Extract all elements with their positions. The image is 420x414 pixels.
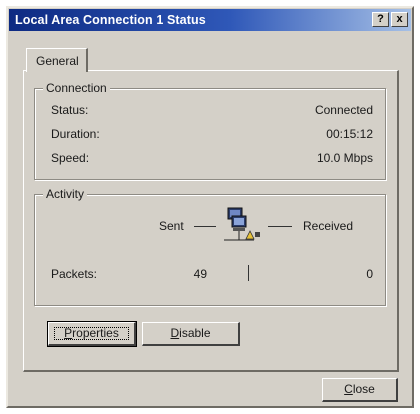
properties-button[interactable]: Properties: [47, 321, 137, 347]
disable-label: isable: [179, 326, 211, 340]
status-dialog: Local Area Connection 1 Status ? x Gener…: [6, 6, 414, 408]
close-button[interactable]: Close: [322, 378, 398, 402]
status-label: Status:: [51, 103, 89, 117]
disable-button[interactable]: Disable: [142, 322, 240, 346]
tab-general-label: General: [36, 54, 79, 68]
disable-mnemonic: D: [170, 326, 180, 340]
sent-line: [194, 226, 216, 227]
close-window-button[interactable]: x: [391, 12, 408, 27]
properties-focus-ring: [54, 327, 129, 340]
speed-label: Speed:: [51, 151, 90, 165]
packets-label: Packets:: [51, 267, 98, 281]
connection-group: Connection Status: Connected Duration: 0…: [34, 81, 386, 180]
received-line: [268, 226, 292, 227]
close-mnemonic: C: [344, 382, 353, 396]
title-bar[interactable]: Local Area Connection 1 Status ? x: [9, 9, 411, 31]
tab-general[interactable]: General: [26, 48, 88, 72]
activity-group: Activity Sent Received Packets: 49 0: [34, 187, 386, 306]
packets-divider: [248, 265, 249, 281]
help-button[interactable]: ?: [372, 12, 389, 27]
general-panel: Connection Status: Connected Duration: 0…: [23, 70, 399, 372]
activity-group-title: Activity: [43, 187, 88, 201]
close-label: lose: [352, 382, 375, 396]
network-computers-icon: [224, 207, 260, 241]
sent-label: Sent: [159, 219, 184, 233]
window-title: Local Area Connection 1 Status: [15, 13, 206, 27]
duration-value: 00:15:12: [326, 127, 373, 141]
packets-received-value: 0: [366, 267, 373, 281]
received-label: Received: [303, 219, 354, 233]
packets-sent-value: 49: [193, 267, 207, 281]
duration-label: Duration:: [51, 127, 100, 141]
connection-group-title: Connection: [43, 81, 110, 95]
speed-value: 10.0 Mbps: [316, 151, 373, 165]
status-value: Connected: [314, 103, 373, 117]
